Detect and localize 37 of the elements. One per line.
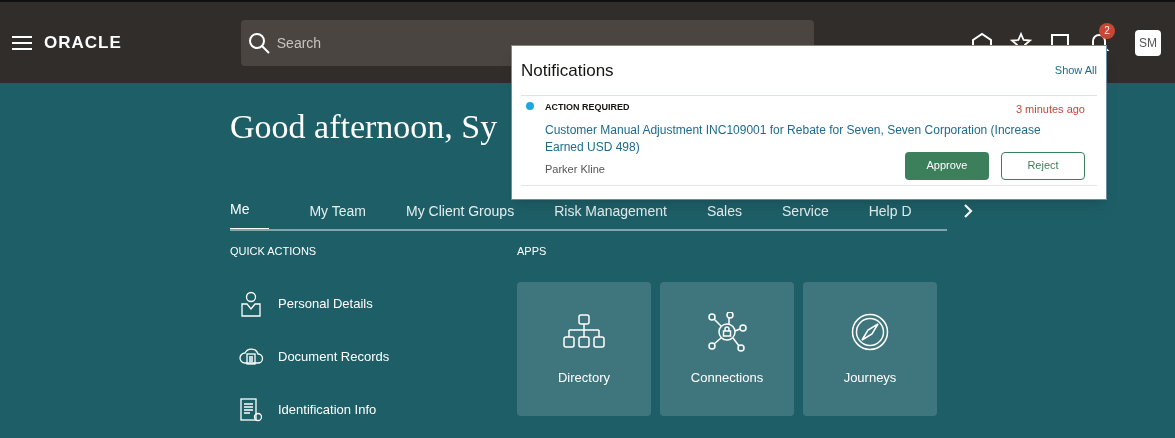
cloud-document-icon — [238, 346, 264, 368]
notification-category: ACTION REQUIRED — [545, 101, 630, 114]
search-icon — [247, 31, 270, 54]
notification-sender: Parker Kline — [545, 162, 605, 178]
app-label: Journeys — [843, 368, 897, 387]
person-icon — [239, 291, 263, 317]
org-chart-icon — [563, 313, 605, 350]
compass-icon — [851, 312, 889, 351]
app-label: Directory — [558, 368, 610, 387]
chevron-right-icon[interactable] — [963, 204, 973, 218]
logo[interactable]: ORACLE — [44, 29, 122, 56]
network-lock-icon — [707, 311, 747, 352]
section-title: QUICK ACTIONS — [230, 244, 318, 259]
app-tile[interactable]: Connections — [660, 281, 794, 416]
menu-icon[interactable] — [12, 35, 32, 50]
notification-time: 3 minutes ago — [1015, 102, 1085, 117]
app-tile[interactable]: Journeys — [803, 281, 937, 416]
reject-button[interactable]: Reject — [1001, 151, 1085, 180]
quick-action-link[interactable]: Identification Info — [278, 400, 377, 420]
document-icon — [239, 398, 263, 422]
approve-button[interactable]: Approve — [905, 151, 989, 180]
tab[interactable]: Sales — [707, 199, 742, 229]
user-avatar[interactable]: SM — [1135, 29, 1161, 56]
tab[interactable]: Me — [230, 199, 270, 229]
show-all-link[interactable]: Show All — [1054, 62, 1097, 79]
app-tile[interactable]: Directory — [517, 281, 651, 416]
notification-badge: 2 — [1099, 22, 1115, 39]
tab[interactable]: My Team — [309, 199, 366, 229]
quick-action-link[interactable]: Document Records — [278, 347, 390, 367]
tab[interactable]: My Client Groups — [406, 199, 515, 229]
section-title: APPS — [517, 244, 548, 259]
tab[interactable]: Help D — [868, 199, 912, 229]
tab[interactable]: Risk Management — [554, 199, 667, 229]
greeting: Good afternoon, Sy — [230, 107, 498, 147]
quick-action-link[interactable]: Personal Details — [278, 294, 373, 314]
tab[interactable]: Service — [782, 199, 829, 229]
app-label: Connections — [690, 368, 764, 387]
